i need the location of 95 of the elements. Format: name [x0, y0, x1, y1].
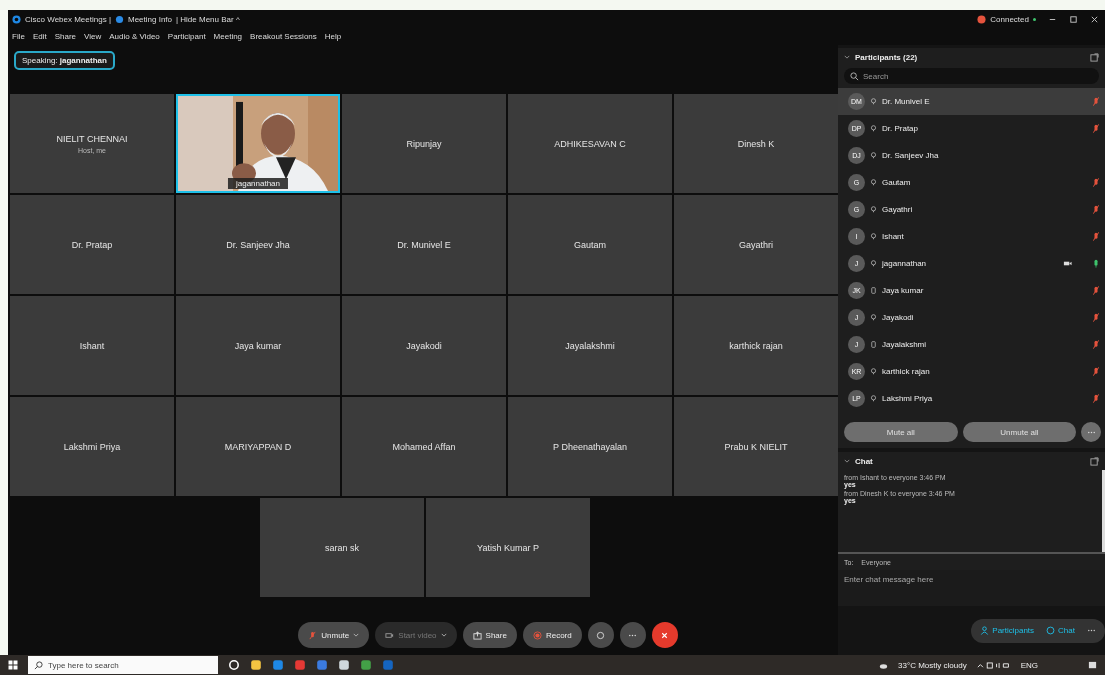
video-name-label: jagannathan: [228, 178, 288, 189]
tile-name: Lakshmi Priya: [63, 441, 121, 452]
taskbar-app-icon[interactable]: [360, 659, 372, 671]
mute-control-button[interactable]: Mute all: [844, 422, 958, 442]
participant-name: Dr. Sanjeev Jha: [882, 151, 939, 160]
control-button[interactable]: Share: [462, 622, 517, 648]
tile-name: ADHIKESAVAN C: [554, 138, 626, 149]
menu-item[interactable]: Edit: [32, 32, 47, 41]
menu-item[interactable]: Audio & Video: [109, 32, 160, 41]
caret-icon: [353, 633, 360, 637]
record-icon: [532, 630, 542, 640]
tile-name: Mohamed Affan: [392, 441, 456, 452]
participant-name: Ishant: [882, 232, 904, 241]
menu-item[interactable]: Breakout Sessions: [250, 32, 317, 41]
chat-input[interactable]: Enter chat message here: [844, 575, 1099, 601]
tray-icons[interactable]: [976, 660, 1011, 670]
menu-item[interactable]: File: [12, 32, 25, 41]
menu-item[interactable]: Share: [54, 32, 77, 41]
panel-tab[interactable]: Chat: [1041, 619, 1080, 642]
tile-name: Ishant: [79, 340, 105, 351]
language-indicator[interactable]: ENG: [1020, 660, 1038, 670]
muted-mic-icon: [308, 630, 318, 640]
menu-item[interactable]: Participant: [167, 32, 206, 41]
meeting-info-link[interactable]: Meeting Info: [127, 14, 172, 24]
taskbar-app-icon[interactable]: [338, 659, 350, 671]
search-field[interactable]: Search: [844, 68, 1099, 84]
search-input[interactable]: Search: [863, 71, 1043, 81]
tile-name: Jayalakshmi: [565, 340, 615, 351]
reactions-icon: [596, 630, 606, 640]
close-icon[interactable]: [1090, 14, 1099, 24]
app-title: Cisco Webex Meetings |: [25, 14, 111, 24]
windows-start-icon[interactable]: [8, 660, 18, 670]
participant-name: Dr. Pratap: [882, 124, 918, 133]
tile-name: MARIYAPPAN D: [224, 441, 292, 452]
search-icon: [850, 71, 859, 81]
menu-item[interactable]: Meeting: [213, 32, 243, 41]
participant-name: Lakshmi Priya: [882, 394, 933, 403]
menu-item[interactable]: View: [84, 32, 102, 41]
tile-name: Ripunjay: [406, 138, 442, 149]
status-dot-icon: [1033, 17, 1036, 21]
hide-menu-bar-link[interactable]: | Hide Menu Bar ^: [176, 14, 240, 24]
person-icon: [980, 626, 990, 635]
participant-name: Dr. Munivel E: [882, 97, 930, 106]
tile-name: Dr. Pratap: [71, 239, 113, 250]
share-icon: [472, 630, 482, 640]
more-button[interactable]: [1081, 422, 1101, 442]
participant-name: jagannathan: [882, 259, 927, 268]
chat-bubble-icon: [1046, 626, 1056, 635]
tile-name: karthick rajan: [729, 340, 783, 351]
tile-name: Yatish Kumar P: [477, 542, 539, 553]
search-icon: [34, 660, 43, 670]
connection-status: Connected: [990, 14, 1029, 24]
control-button[interactable]: Unmute: [298, 622, 370, 648]
tile-name: Gayathri: [739, 239, 773, 250]
taskbar-app-icon[interactable]: [250, 659, 262, 671]
tile-name: Dr. Sanjeev Jha: [226, 239, 290, 250]
collapse-icon[interactable]: [844, 55, 850, 59]
close-icon: [660, 630, 670, 640]
notification-icon[interactable]: [1088, 660, 1097, 670]
speaking-indicator: Speaking: jagannathan: [14, 51, 115, 70]
leave-meeting-button[interactable]: [651, 622, 678, 648]
tile-name: P Dheenathayalan: [553, 441, 627, 452]
tile-name: Jaya kumar: [234, 340, 282, 351]
panel-title: Chat: [855, 456, 873, 466]
control-button[interactable]: Record: [522, 622, 582, 648]
tile-name: Dr. Munivel E: [397, 239, 451, 250]
weather-text: 33°C Mostly cloudy: [898, 660, 967, 670]
mute-control-button[interactable]: Unmute all: [962, 422, 1077, 442]
collapse-icon[interactable]: [844, 459, 850, 463]
pop-out-icon[interactable]: [1090, 52, 1099, 62]
tile-name: Jayakodi: [406, 340, 442, 351]
taskbar-search-input[interactable]: Type here to search: [48, 660, 198, 670]
connection-icon: [977, 14, 987, 24]
participant-name: karthick rajan: [882, 367, 930, 376]
participant-name: Jayalakshmi: [882, 340, 926, 349]
tile-name: Dinesh K: [737, 138, 775, 149]
participant-name: Jaya kumar: [882, 286, 924, 295]
panel-tab[interactable]: Participants: [975, 619, 1040, 642]
panel-title: Participants (22): [855, 52, 918, 62]
tile-name: saran sk: [325, 542, 359, 553]
tile-name: Prabu K NIELIT: [724, 441, 788, 452]
participant-name: Gautam: [882, 178, 911, 187]
info-icon: [114, 14, 124, 24]
taskbar-search-field[interactable]: Type here to search: [28, 656, 218, 674]
maximize-icon[interactable]: [1069, 14, 1078, 24]
participant-name: Gayathri: [882, 205, 913, 214]
menu-item[interactable]: Help: [324, 32, 342, 41]
pop-out-icon[interactable]: [1090, 456, 1099, 466]
task-view-icon[interactable]: [228, 659, 240, 671]
tile-name: Gautam: [574, 239, 606, 250]
caret-icon: [440, 633, 447, 637]
reactions-button[interactable]: [587, 622, 614, 648]
camera-icon: [385, 630, 395, 640]
tile-name: NIELIT CHENNAI: [56, 133, 128, 144]
participant-name: Jayakodi: [882, 313, 914, 322]
